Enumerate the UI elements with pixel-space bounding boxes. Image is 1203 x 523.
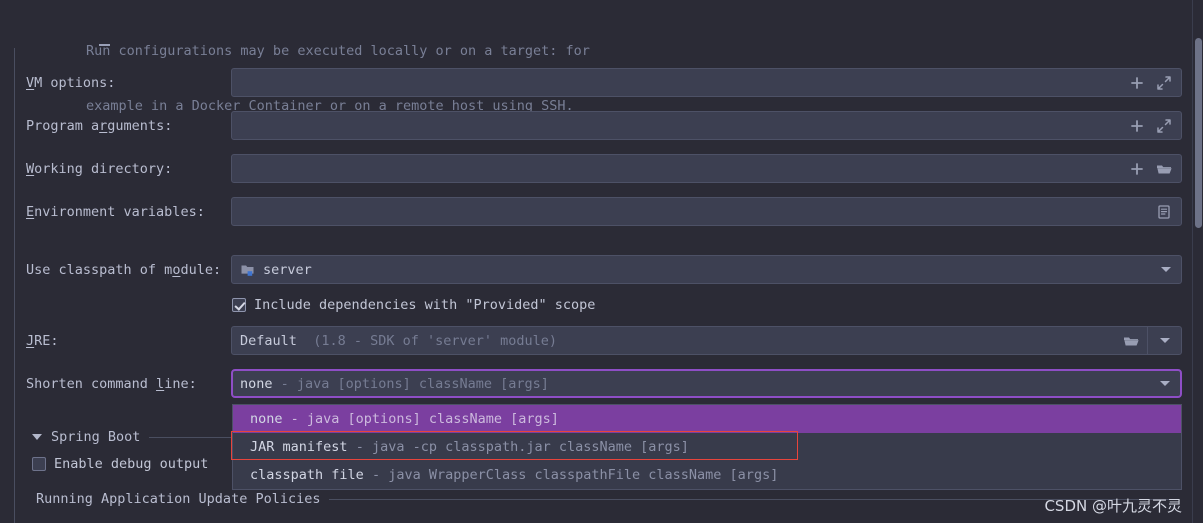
working-directory-label: Working directory: <box>26 161 173 177</box>
jre-label: JRE: <box>26 333 59 349</box>
scrollbar-track[interactable] <box>1194 0 1203 523</box>
checkbox-icon[interactable] <box>32 457 46 471</box>
program-arguments-label: Program arguments: <box>26 118 173 134</box>
working-directory-field-icons <box>1129 161 1181 177</box>
module-folder-icon <box>240 262 256 278</box>
scrollbar-divider <box>1192 0 1193 523</box>
run-configuration-panel: Run configurations may be executed local… <box>0 0 1203 523</box>
list-editor-icon[interactable] <box>1156 204 1172 220</box>
expand-diagonal-icon[interactable] <box>1156 75 1172 91</box>
jre-field[interactable]: Default (1.8 - SDK of 'server' module) <box>231 326 1182 355</box>
shorten-command-line-dropdown[interactable]: none - java [options] className [args] J… <box>232 404 1182 490</box>
use-classpath-of-module-arrow[interactable] <box>1151 267 1181 272</box>
dropdown-item-name: classpath file <box>250 467 364 483</box>
running-application-update-policies-label: Running Application Update Policies <box>36 491 321 507</box>
jre-dropdown-button[interactable] <box>1148 327 1181 354</box>
dropdown-item-name: JAR manifest <box>250 439 348 455</box>
use-classpath-of-module-value: server <box>263 261 312 278</box>
program-arguments-field[interactable] <box>231 111 1182 140</box>
chevron-down-icon <box>1159 338 1170 343</box>
environment-variables-field[interactable] <box>231 197 1182 226</box>
enable-debug-output-label: Enable debug output <box>54 456 209 472</box>
jre-browse-button[interactable] <box>1114 327 1147 354</box>
environment-variables-field-icons <box>1156 204 1181 220</box>
use-classpath-of-module-label: Use classpath of module: <box>26 262 222 278</box>
shorten-command-line-arrow[interactable] <box>1150 381 1180 386</box>
dropdown-item-name: none <box>250 411 283 427</box>
include-provided-scope-label: Include dependencies with "Provided" sco… <box>254 297 596 313</box>
dropdown-item-detail: - java -cp classpath.jar className [args… <box>355 439 689 455</box>
shorten-command-line-label: Shorten command line: <box>26 376 197 392</box>
vm-options-field-icons <box>1129 75 1181 91</box>
enable-debug-output-checkbox-row[interactable]: Enable debug output <box>32 456 208 472</box>
shorten-command-line-value-wrap: none - java [options] className [args] <box>233 376 1150 392</box>
plus-icon[interactable] <box>1129 118 1145 134</box>
plus-icon[interactable] <box>1129 161 1145 177</box>
folder-icon <box>1123 333 1139 349</box>
dropdown-item-detail: - java WrapperClass classpathFile classN… <box>371 467 779 483</box>
dropdown-item-classpath-file[interactable]: classpath file - java WrapperClass class… <box>233 461 1181 489</box>
chevron-down-icon[interactable] <box>32 434 42 440</box>
jre-hint: (1.8 - SDK of 'server' module) <box>313 332 558 349</box>
include-provided-scope-checkbox-row[interactable]: Include dependencies with "Provided" sco… <box>232 297 595 313</box>
dropdown-item-detail: - java [options] className [args] <box>290 411 559 427</box>
spring-boot-label: Spring Boot <box>51 429 141 445</box>
shorten-command-line-detail: - java [options] className [args] <box>280 375 549 392</box>
mnemonic-underline-mark <box>99 44 110 46</box>
left-divider <box>14 48 15 523</box>
plus-icon[interactable] <box>1129 75 1145 91</box>
folder-icon[interactable] <box>1156 161 1172 177</box>
vm-options-label: VM options: <box>26 75 116 91</box>
use-classpath-of-module-value-wrap: server <box>232 262 1151 278</box>
expand-diagonal-icon[interactable] <box>1156 118 1172 134</box>
environment-variables-label: Environment variables: <box>26 204 205 220</box>
dropdown-item-jar-manifest[interactable]: JAR manifest - java -cp classpath.jar cl… <box>233 433 1181 461</box>
program-arguments-field-icons <box>1129 118 1181 134</box>
running-application-update-policies-header[interactable]: Running Application Update Policies <box>36 491 1176 507</box>
dropdown-item-none[interactable]: none - java [options] className [args] <box>233 405 1181 433</box>
jre-value-wrap[interactable]: Default (1.8 - SDK of 'server' module) <box>232 333 1114 349</box>
scrollbar-thumb[interactable] <box>1195 38 1202 228</box>
description-line-1: Run configurations may be executed local… <box>86 43 590 59</box>
watermark: CSDN @叶九灵不灵 <box>1044 497 1182 515</box>
jre-value: Default <box>240 332 297 349</box>
chevron-down-icon <box>1161 267 1171 272</box>
use-classpath-of-module-combo[interactable]: server <box>231 255 1182 284</box>
shorten-command-line-value: none <box>240 375 273 392</box>
shorten-command-line-combo[interactable]: none - java [options] className [args] <box>231 369 1182 398</box>
chevron-down-icon <box>1160 381 1170 386</box>
checkbox-icon[interactable] <box>232 298 246 312</box>
vm-options-field[interactable] <box>231 68 1182 97</box>
working-directory-field[interactable] <box>231 154 1182 183</box>
